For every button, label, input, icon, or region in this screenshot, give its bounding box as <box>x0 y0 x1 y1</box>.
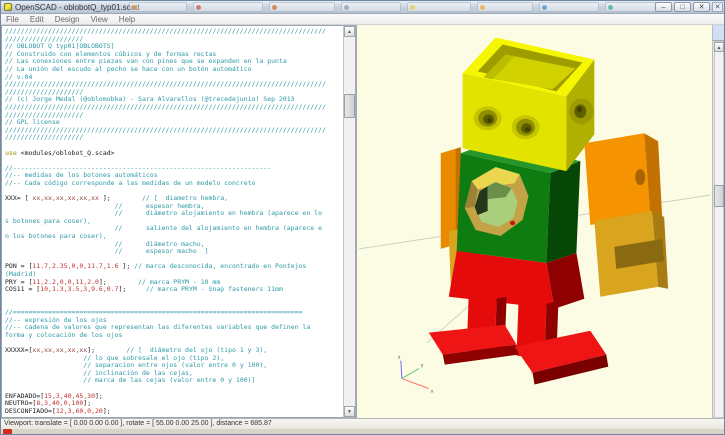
maximize-button[interactable]: □ <box>674 2 691 12</box>
axis-indicator: z y x <box>398 355 434 395</box>
menu-bar: File Edit Design View Help <box>1 14 724 25</box>
window-title: OpenSCAD - oblobotQ_typ01.scad <box>15 2 140 12</box>
close-button[interactable]: ✕ <box>693 2 710 12</box>
robot-right-arm <box>584 133 669 297</box>
code-editor[interactable]: ////////////////////////////////////////… <box>1 25 343 418</box>
background-windows <box>129 2 669 13</box>
axis-label-z: z <box>398 355 401 361</box>
snap-button-dot <box>509 220 516 226</box>
right-scroll-track[interactable] <box>714 41 724 418</box>
background-window-fragment <box>713 25 724 41</box>
background-window <box>269 2 335 12</box>
eye-socket-right <box>511 115 540 140</box>
window-bottom-edge <box>1 429 724 434</box>
status-bar: Viewport: translate = [ 0.00 0.00 0.00 ]… <box>1 418 724 429</box>
background-window-scrollbar[interactable]: ▲ <box>712 25 724 418</box>
background-window <box>539 2 599 12</box>
viewport-3d[interactable]: z y x <box>356 25 712 418</box>
robot-render: z y x <box>358 37 711 395</box>
background-window <box>129 2 187 12</box>
axis-label-y: y <box>421 363 424 369</box>
scroll-down-icon[interactable]: ▼ <box>344 406 355 417</box>
openscad-window: OpenSCAD - oblobotQ_typ01.scad – □ ✕ ✕ F… <box>0 0 725 435</box>
right-scrollbar-thumb[interactable] <box>714 185 724 207</box>
editor-scrollbar[interactable]: ▲ ▼ <box>343 25 356 418</box>
background-window <box>477 2 533 12</box>
viewport-status-text: Viewport: translate = [ 0.00 0.00 0.00 ]… <box>4 420 272 427</box>
menu-item-help[interactable]: Help <box>119 15 135 24</box>
menu-item-file[interactable]: File <box>6 15 19 24</box>
code-area: ////////////////////////////////////////… <box>5 27 326 415</box>
background-window <box>341 2 401 12</box>
background-window <box>407 2 471 12</box>
taskbar-peek-icon[interactable] <box>3 429 12 434</box>
axis-label-x: x <box>431 389 434 395</box>
background-window-close-button[interactable]: ✕ <box>712 2 723 12</box>
editor-scrollbar-thumb[interactable] <box>344 94 355 118</box>
right-scroll-up-icon[interactable]: ▲ <box>714 42 724 52</box>
menu-item-view[interactable]: View <box>91 15 108 24</box>
eye-socket-left <box>473 106 502 131</box>
scroll-up-icon[interactable]: ▲ <box>344 26 355 37</box>
menu-item-edit[interactable]: Edit <box>30 15 44 24</box>
openscad-app-icon <box>4 3 12 11</box>
minimize-button[interactable]: – <box>655 2 672 12</box>
background-window <box>193 2 263 12</box>
menu-item-design[interactable]: Design <box>55 15 80 24</box>
robot-head <box>462 37 595 172</box>
title-bar[interactable]: OpenSCAD - oblobotQ_typ01.scad – □ ✕ ✕ <box>1 1 724 14</box>
